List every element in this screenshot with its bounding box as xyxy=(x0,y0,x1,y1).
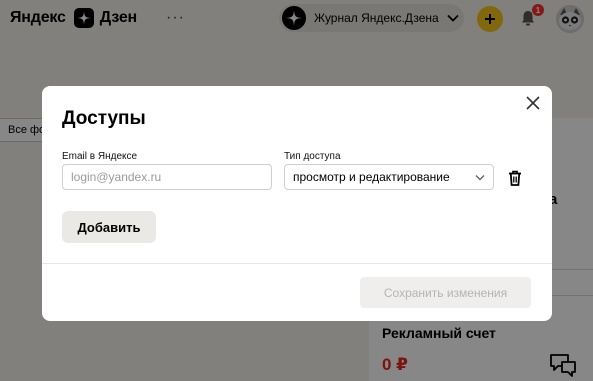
email-input[interactable] xyxy=(62,164,272,190)
dialog-title: Доступы xyxy=(62,108,146,129)
trash-icon[interactable] xyxy=(508,170,522,186)
close-icon[interactable] xyxy=(526,96,540,110)
access-dialog: Доступы Email в Яндексе Тип доступа прос… xyxy=(42,86,552,321)
access-type-value: просмотр и редактирование xyxy=(293,170,450,184)
access-type-select[interactable]: просмотр и редактирование xyxy=(284,164,494,190)
add-button[interactable]: Добавить xyxy=(62,211,156,243)
save-changes-button[interactable]: Сохранить изменения xyxy=(360,277,531,308)
chevron-down-icon xyxy=(475,170,485,184)
email-label: Email в Яндексе xyxy=(62,151,138,162)
dialog-divider xyxy=(42,263,552,264)
access-type-label: Тип доступа xyxy=(284,151,341,162)
